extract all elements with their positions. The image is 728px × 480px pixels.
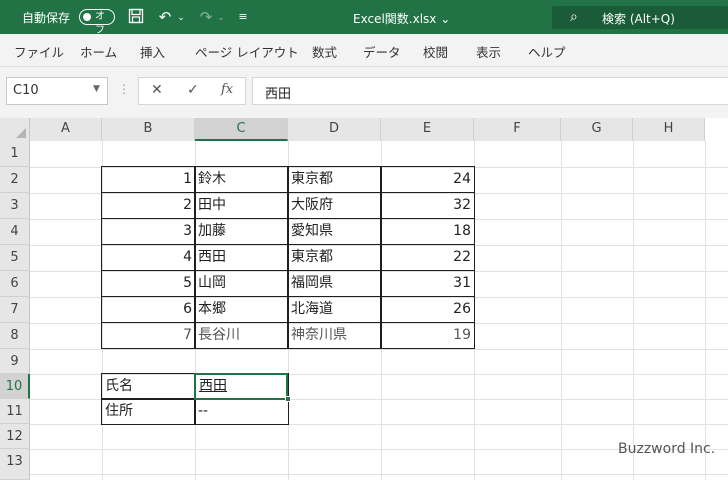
autosave-label: 自動保存	[22, 11, 71, 25]
row-header-10[interactable]: 10	[0, 374, 30, 399]
tab-review[interactable]: 校閲	[423, 42, 448, 61]
cell-e6[interactable]: 31	[380, 270, 475, 297]
cell-c4[interactable]: 加藤	[194, 218, 289, 245]
column-header-g[interactable]: G	[561, 118, 633, 141]
search-icon: ⌕	[570, 9, 578, 25]
cell-c2[interactable]: 鈴木	[194, 166, 289, 193]
cell-e7[interactable]: 26	[380, 296, 475, 323]
gridline	[705, 141, 706, 480]
cell-c6[interactable]: 山岡	[194, 270, 289, 297]
column-header-e[interactable]: E	[381, 118, 474, 141]
row-header-2[interactable]: 2	[0, 167, 30, 193]
undo-dropdown-icon[interactable]: ⌄	[176, 9, 186, 27]
cell-b8[interactable]: 7	[101, 322, 196, 349]
active-cell-selection	[194, 373, 288, 400]
watermark: Buzzword Inc.	[618, 441, 716, 457]
cell-b10[interactable]: 氏名	[101, 373, 196, 400]
filename-text: Excel関数.xlsx	[353, 12, 437, 26]
grip-dots-icon: ⋮	[118, 82, 130, 96]
row-header-9[interactable]: 9	[0, 349, 30, 374]
insert-function-icon[interactable]: fx	[221, 82, 233, 97]
row-header-6[interactable]: 6	[0, 271, 30, 297]
column-header-f[interactable]: F	[474, 118, 561, 141]
cell-b7[interactable]: 6	[101, 296, 196, 323]
formula-value: 西田	[265, 87, 292, 102]
cell-c8[interactable]: 長谷川	[194, 322, 289, 349]
cell-c3[interactable]: 田中	[194, 192, 289, 219]
row-header-5[interactable]: 5	[0, 245, 30, 271]
cell-b4[interactable]: 3	[101, 218, 196, 245]
cell-d7[interactable]: 北海道	[287, 296, 382, 323]
cell-e4[interactable]: 18	[380, 218, 475, 245]
tab-help[interactable]: ヘルプ	[528, 42, 566, 61]
formula-input[interactable]: 西田	[252, 77, 728, 105]
tab-insert[interactable]: 挿入	[140, 42, 165, 61]
row-header-7[interactable]: 7	[0, 297, 30, 323]
cell-b6[interactable]: 5	[101, 270, 196, 297]
name-box[interactable]: C10 ▼	[6, 77, 108, 105]
tab-data[interactable]: データ	[363, 42, 401, 61]
cell-e3[interactable]: 32	[380, 192, 475, 219]
cell-d8[interactable]: 神奈川県	[287, 322, 382, 349]
ribbon-tabs: ファイル ホーム 挿入 ページ レイアウト 数式 データ 校閲 表示 ヘルプ	[0, 34, 728, 67]
row-header-4[interactable]: 4	[0, 219, 30, 245]
filename-dropdown-icon: ⌄	[440, 12, 451, 26]
tab-home[interactable]: ホーム	[80, 42, 117, 61]
cell-d2[interactable]: 東京都	[287, 166, 382, 193]
tab-view[interactable]: 表示	[476, 42, 501, 61]
redo-dropdown-icon[interactable]: ⌄	[216, 9, 226, 27]
cell-e8[interactable]: 19	[380, 322, 475, 349]
cell-b5[interactable]: 4	[101, 244, 196, 271]
autosave-toggle[interactable]: オフ	[79, 9, 115, 36]
gridline	[633, 141, 634, 480]
column-header-a[interactable]: A	[30, 118, 102, 141]
cell-d5[interactable]: 東京都	[287, 244, 382, 271]
title-bar: 自動保存 オフ ↶ ⌄ ↷ ⌄ ≡ Excel関数.xlsx ⌄ ⌕ 検索 (A…	[0, 0, 728, 36]
enter-check-icon[interactable]: ✓	[187, 82, 199, 98]
cancel-icon[interactable]: ✕	[151, 82, 163, 98]
cell-d6[interactable]: 福岡県	[287, 270, 382, 297]
tab-file[interactable]: ファイル	[14, 42, 64, 61]
gridline	[30, 349, 728, 350]
row-header-1[interactable]: 1	[0, 141, 30, 167]
select-all-button[interactable]	[0, 118, 30, 141]
column-header-b[interactable]: B	[102, 118, 195, 141]
row-header-11[interactable]: 11	[0, 399, 30, 424]
chevron-down-icon[interactable]: ▼	[93, 84, 100, 94]
save-icon[interactable]	[126, 8, 146, 26]
fill-handle[interactable]	[285, 396, 291, 402]
row-header-8[interactable]: 8	[0, 323, 30, 349]
name-box-value: C10	[13, 83, 39, 98]
cell-b11[interactable]: 住所	[101, 398, 196, 425]
undo-icon[interactable]: ↶	[155, 8, 175, 26]
cell-b3[interactable]: 2	[101, 192, 196, 219]
document-title[interactable]: Excel関数.xlsx ⌄	[353, 10, 450, 27]
cell-d3[interactable]: 大阪府	[287, 192, 382, 219]
cell-d4[interactable]: 愛知県	[287, 218, 382, 245]
formula-buttons: ✕ ✓ fx	[138, 77, 246, 105]
gridline	[30, 474, 728, 475]
tab-formulas[interactable]: 数式	[312, 42, 337, 61]
column-header-h[interactable]: H	[633, 118, 705, 141]
row-header-13[interactable]: 13	[0, 449, 30, 480]
redo-icon[interactable]: ↷	[196, 8, 216, 26]
customize-toolbar-icon[interactable]: ≡	[236, 8, 250, 26]
cell-b2[interactable]: 1	[101, 166, 196, 193]
column-header-d[interactable]: D	[288, 118, 381, 141]
cell-c7[interactable]: 本郷	[194, 296, 289, 323]
gridline	[561, 141, 562, 480]
row-header-12[interactable]: 12	[0, 424, 30, 449]
tab-page-layout[interactable]: ページ レイアウト	[195, 42, 299, 61]
cell-c5[interactable]: 西田	[194, 244, 289, 271]
cell-c11[interactable]: --	[194, 398, 289, 425]
row-header-3[interactable]: 3	[0, 193, 30, 219]
column-header-c[interactable]: C	[195, 118, 288, 141]
cell-e5[interactable]: 22	[380, 244, 475, 271]
toggle-knob	[83, 13, 91, 21]
search-box[interactable]: ⌕ 検索 (Alt+Q)	[552, 6, 728, 29]
cell-e2[interactable]: 24	[380, 166, 475, 193]
search-placeholder: 検索 (Alt+Q)	[602, 12, 675, 26]
